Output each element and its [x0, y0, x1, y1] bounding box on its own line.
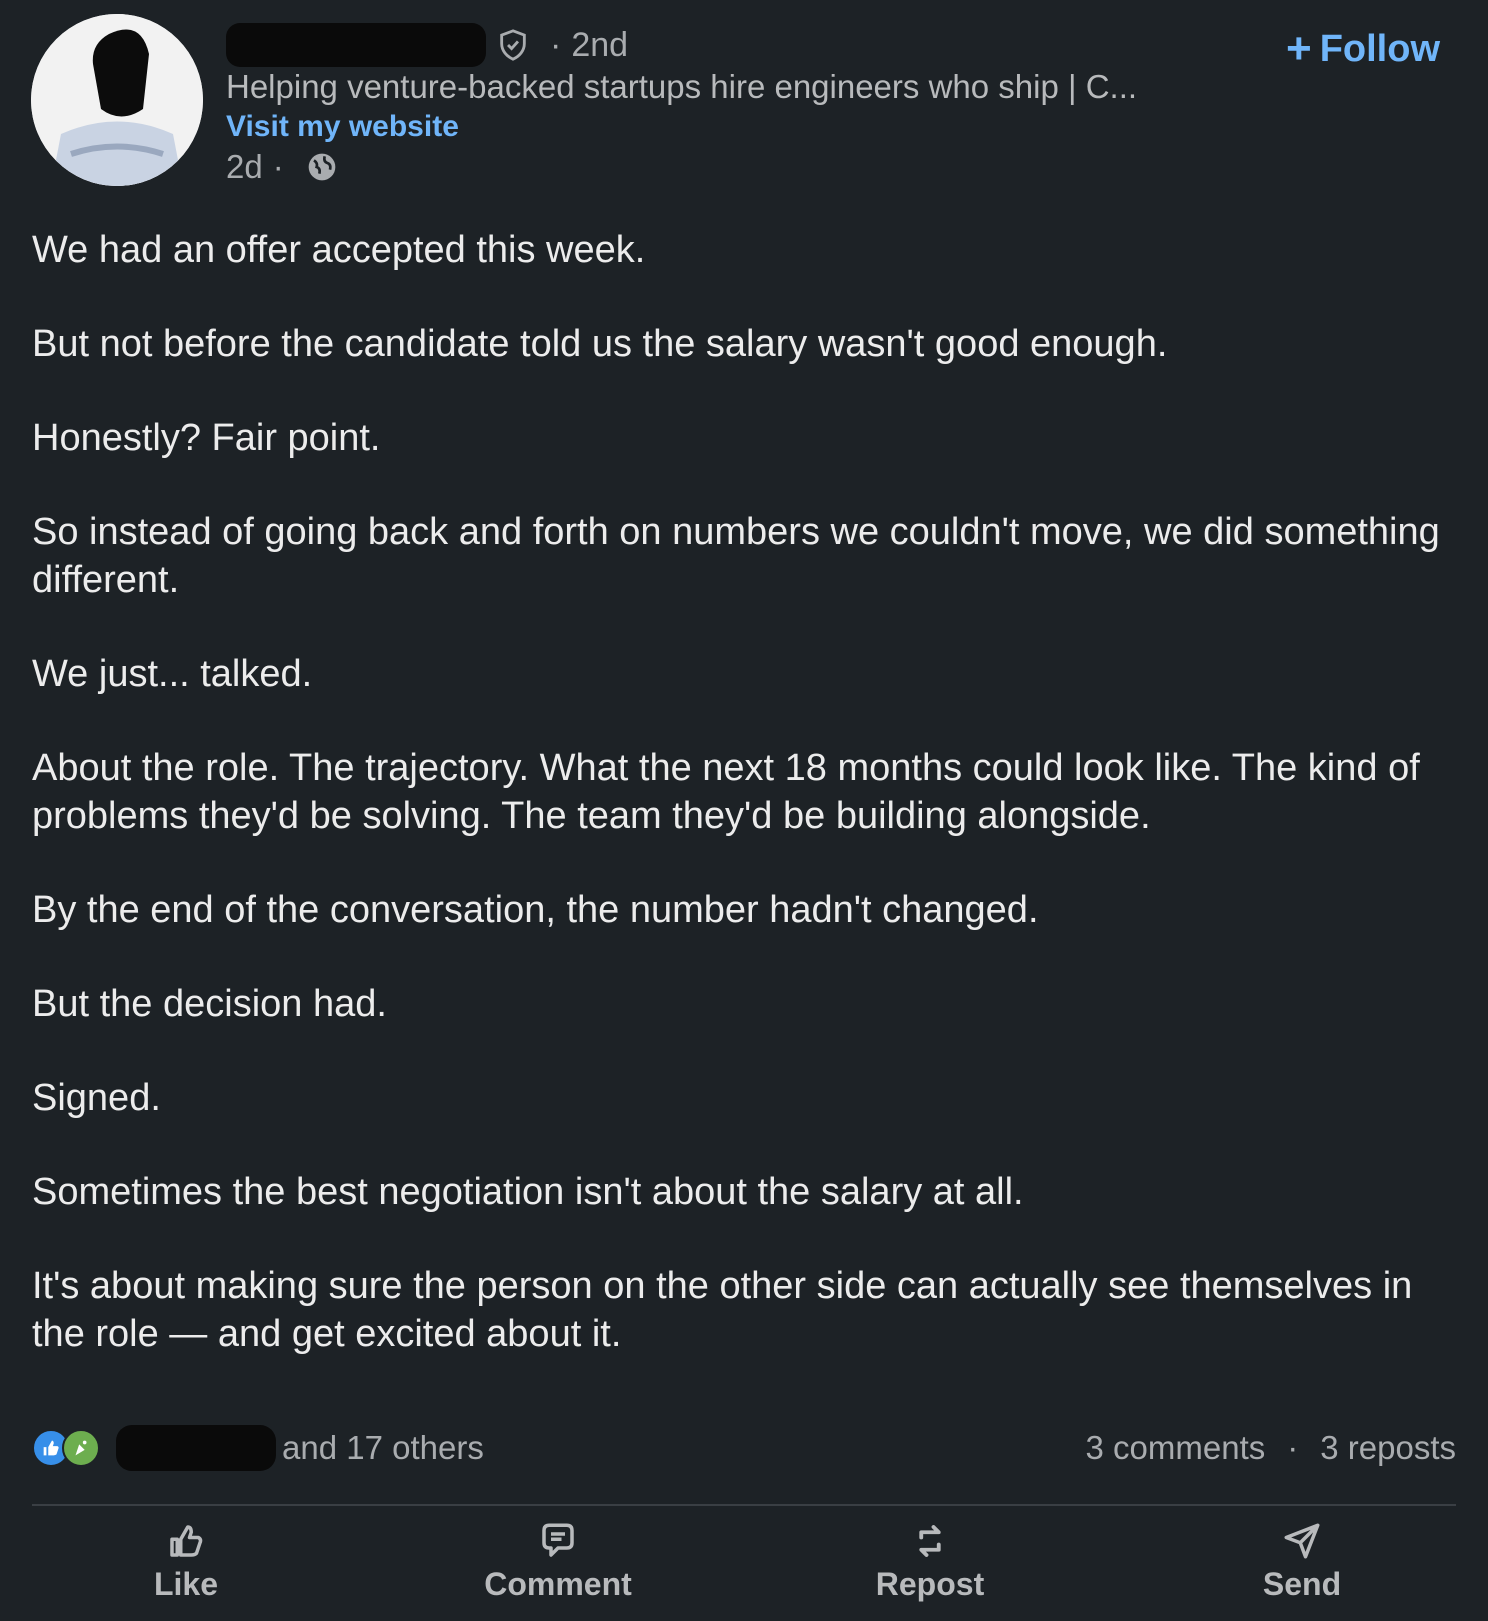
- thumbs-up-icon: [170, 1525, 203, 1557]
- reposts-count[interactable]: 3 reposts: [1320, 1429, 1456, 1467]
- avatar[interactable]: [31, 14, 203, 186]
- post-actions-bar: Like Comment Repost Send: [0, 1520, 1488, 1621]
- post-paragraph: But the decision had.: [32, 983, 387, 1025]
- post-paragraph: We just... talked.: [32, 653, 313, 695]
- connection-degree: 2nd: [571, 25, 629, 64]
- redacted-author-name[interactable]: [226, 23, 486, 67]
- separator-dot: ·: [1287, 1429, 1299, 1466]
- engagement-counts: 3 comments · 3 reposts: [1086, 1429, 1456, 1467]
- reactions-summary[interactable]: and 17 others: [32, 1425, 484, 1471]
- post-paragraph: So instead of going back and forth on nu…: [32, 511, 1440, 601]
- divider: [32, 1504, 1456, 1506]
- verified-shield-icon: [496, 28, 530, 62]
- post-meta: 2d ·: [226, 148, 338, 186]
- like-label: Like: [153, 1566, 219, 1602]
- post-paragraph: By the end of the conversation, the numb…: [32, 889, 1039, 931]
- follow-label: Follow: [1319, 27, 1440, 70]
- repost-arrows-icon: [919, 1525, 941, 1557]
- social-counts-bar: and 17 others 3 comments · 3 reposts: [32, 1420, 1456, 1476]
- repost-button[interactable]: Repost: [820, 1520, 1040, 1621]
- send-label: Send: [1262, 1566, 1342, 1602]
- visit-website-link[interactable]: Visit my website: [226, 110, 459, 144]
- celebrate-reaction-icon: [62, 1429, 100, 1467]
- post-paragraph: Honestly? Fair point.: [32, 417, 381, 459]
- post-paragraph: About the role. The trajectory. What the…: [32, 747, 1420, 837]
- follow-button[interactable]: + Follow: [1286, 24, 1440, 74]
- separator-dot: ·: [550, 25, 562, 64]
- post-time: 2d: [226, 148, 263, 185]
- post-body: We had an offer accepted this week. But …: [32, 226, 1452, 1404]
- post-header: · 2nd + Follow Helping venture-backed st…: [0, 0, 1488, 200]
- globe-icon: [306, 151, 338, 183]
- plus-icon: +: [1285, 24, 1312, 73]
- send-button[interactable]: Send: [1192, 1520, 1412, 1621]
- separator-dot: ·: [272, 148, 284, 185]
- repost-label: Repost: [875, 1566, 985, 1602]
- comment-button[interactable]: Comment: [448, 1520, 668, 1621]
- post-paragraph: But not before the candidate told us the…: [32, 323, 1168, 365]
- reactions-others-text: and 17 others: [282, 1429, 484, 1466]
- author-name-row: · 2nd: [226, 20, 628, 70]
- redacted-reactor-name: [116, 1425, 276, 1471]
- comment-label: Comment: [484, 1566, 632, 1602]
- post-paragraph: It's about making sure the person on the…: [32, 1265, 1413, 1355]
- send-paper-plane-icon: [1284, 1523, 1320, 1559]
- post-paragraph: We had an offer accepted this week.: [32, 229, 646, 271]
- like-button[interactable]: Like: [76, 1520, 296, 1621]
- comment-bubble-icon: [542, 1523, 574, 1557]
- author-headline: Helping venture-backed startups hire eng…: [226, 68, 1138, 105]
- post-paragraph: Sometimes the best negotiation isn't abo…: [32, 1171, 1024, 1213]
- comments-count[interactable]: 3 comments: [1086, 1429, 1266, 1467]
- post-paragraph: Signed.: [32, 1077, 161, 1119]
